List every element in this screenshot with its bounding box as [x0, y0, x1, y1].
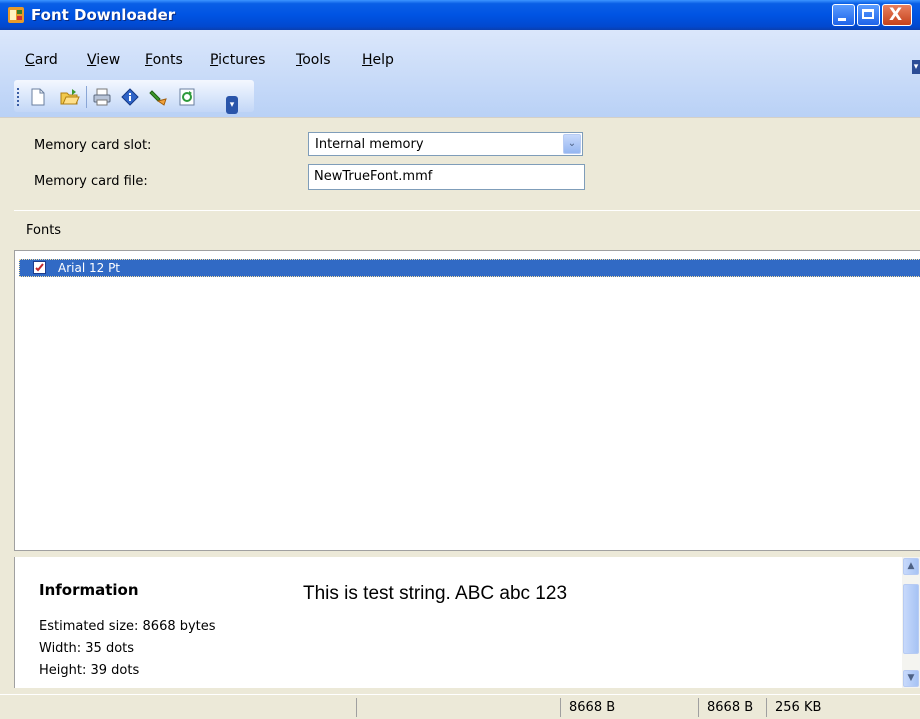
info-icon[interactable] — [120, 87, 140, 107]
window-title: Font Downloader — [31, 6, 176, 24]
fonts-header-label: Fonts — [26, 223, 62, 238]
menu-tools[interactable]: Tools — [296, 52, 331, 68]
open-folder-icon[interactable] — [60, 87, 80, 107]
memory-card-panel: Memory card slot: Internal memory ⌄ Memo… — [0, 117, 920, 209]
menu-fonts[interactable]: Fonts — [145, 52, 183, 68]
fonts-list[interactable]: Arial 12 Pt — [14, 250, 920, 551]
memory-file-field[interactable] — [308, 164, 585, 190]
title-bar[interactable]: Font Downloader X — [0, 0, 920, 30]
close-icon: X — [889, 5, 903, 25]
font-width: Width: 35 dots — [39, 641, 135, 656]
information-title: Information — [39, 581, 139, 599]
toolbar-options-icon[interactable]: ▾ — [226, 96, 238, 114]
info-scrollbar[interactable]: ▲ ▼ — [902, 557, 920, 688]
close-button[interactable]: X — [882, 4, 912, 26]
minimize-icon — [838, 18, 846, 21]
fonts-header: Fonts — [14, 210, 920, 251]
scroll-thumb[interactable] — [903, 584, 919, 654]
minimize-button[interactable] — [832, 4, 855, 26]
scroll-down-icon[interactable]: ▼ — [903, 670, 919, 687]
memory-slot-value: Internal memory — [315, 137, 424, 152]
download-icon[interactable] — [148, 87, 168, 107]
maximize-icon — [862, 9, 874, 19]
status-panel — [356, 698, 557, 717]
font-item-label: Arial 12 Pt — [58, 261, 121, 275]
toolbar-grip[interactable] — [17, 88, 21, 106]
memory-file-label: Memory card file: — [34, 174, 148, 189]
menu-card[interactable]: Card — [25, 52, 58, 68]
font-preview-text: This is test string. ABC abc 123 — [303, 583, 568, 604]
maximize-button[interactable] — [857, 4, 880, 26]
information-panel: Information This is test string. ABC abc… — [14, 557, 903, 688]
status-capacity: 256 KB — [766, 698, 907, 717]
refresh-icon[interactable] — [177, 87, 197, 107]
app-icon — [8, 7, 24, 23]
memory-slot-label: Memory card slot: — [34, 138, 152, 153]
main-toolbar: ▾ — [14, 80, 254, 114]
estimated-size: Estimated size: 8668 bytes — [39, 619, 216, 634]
scroll-up-icon[interactable]: ▲ — [903, 558, 919, 575]
new-document-icon[interactable] — [28, 87, 48, 107]
chevron-down-icon[interactable]: ⌄ — [563, 134, 581, 154]
command-band: Card View Fonts Pictures Tools Help ▾ ▾ — [0, 30, 920, 117]
menu-view[interactable]: View — [87, 52, 120, 68]
font-height: Height: 39 dots — [39, 663, 140, 678]
app-window: Font Downloader X Card View Fonts Pictur… — [0, 0, 920, 719]
menubar-chevron-icon[interactable]: ▾ — [912, 60, 920, 74]
list-item[interactable]: Arial 12 Pt — [19, 259, 920, 277]
memory-file-input[interactable] — [312, 168, 581, 185]
status-total-size: 8668 B — [698, 698, 765, 717]
status-bar: 8668 B 8668 B 256 KB — [0, 694, 920, 719]
menu-help[interactable]: Help — [362, 52, 394, 68]
menu-pictures[interactable]: Pictures — [210, 52, 265, 68]
font-file-icon[interactable] — [33, 261, 46, 274]
status-used-size: 8668 B — [560, 698, 697, 717]
toolbar-separator — [86, 86, 87, 108]
menu-bar: Card View Fonts Pictures Tools Help ▾ — [0, 30, 920, 74]
memory-slot-select[interactable]: Internal memory ⌄ — [308, 132, 583, 156]
print-icon[interactable] — [92, 87, 112, 107]
